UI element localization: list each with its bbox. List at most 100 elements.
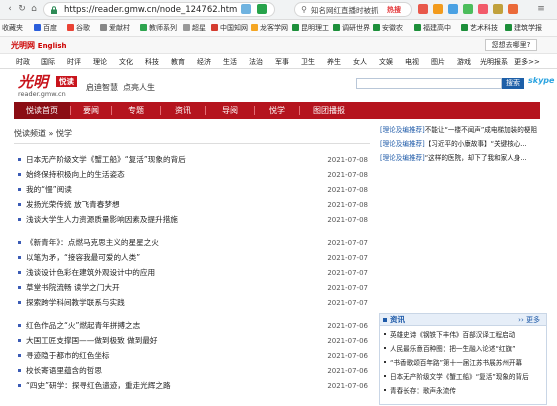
recommend-item[interactable]: [理论及编推荐]“这样的医院，却下了我和家人身... xyxy=(380,153,545,164)
panel-item[interactable]: 青春长存：歌声永流传 xyxy=(384,385,544,397)
panel-item[interactable]: 日本无产阶级文学《蟹工船》“复活”现象的背后 xyxy=(384,371,544,383)
channel-link[interactable]: 卫生 xyxy=(297,56,319,68)
bookmark-item[interactable]: 谷歌 xyxy=(67,23,90,34)
bookmark-item[interactable]: 爱献村 xyxy=(100,23,130,34)
channel-link[interactable]: 光明报系 xyxy=(477,56,511,68)
article-title[interactable]: 寻迹隐于都市的红色坐标 xyxy=(26,350,110,362)
list-item[interactable]: 大国工匠支撑国——做到极致 做到最好 2021-07-06 xyxy=(18,335,368,347)
article-title[interactable]: 以笔为矛，“接容我最可爱的人类” xyxy=(26,252,140,264)
bookmark-item[interactable]: 收藏夹 xyxy=(2,23,23,34)
back-icon[interactable]: ‹ xyxy=(4,3,16,15)
list-item[interactable]: 我的“慢”阅读 2021-07-08 xyxy=(18,184,368,196)
channel-link[interactable]: 女人 xyxy=(349,56,371,68)
channel-link[interactable]: 理论 xyxy=(89,56,111,68)
menu-icon[interactable]: ≡ xyxy=(535,3,547,15)
tab-photo-report[interactable]: 图团播报 xyxy=(300,102,358,119)
list-item[interactable]: 寻迹隐于都市的红色坐标 2021-07-06 xyxy=(18,350,368,362)
hot-label[interactable]: 热搜 xyxy=(387,5,401,15)
tab-home[interactable]: 悦读首页 xyxy=(14,102,70,119)
bookmark-item[interactable]: 调研世界 xyxy=(333,23,370,34)
article-title[interactable]: 《新青年》：点燃马克思主义的星星之火 xyxy=(26,237,159,249)
channel-link[interactable]: 养生 xyxy=(323,56,345,68)
list-item[interactable]: “四史”研学：探寻红色遗迹，重走光辉之路 2021-07-06 xyxy=(18,380,368,392)
article-title[interactable]: 校长寄语里蕴含的哲思 xyxy=(26,365,102,377)
tab-topics[interactable]: 专题 xyxy=(112,102,160,119)
list-item[interactable]: 浅谈大学生人力资源质量影响因素及提升措施 2021-07-08 xyxy=(18,214,368,226)
tab-guide[interactable]: 导阅 xyxy=(206,102,254,119)
bookmark-item[interactable]: 昆明理工 xyxy=(292,23,329,34)
recommend-item[interactable]: [理论及编推荐]不能让“一楼不闻声”成电梯加装的梗阻 xyxy=(380,125,545,136)
tab-info[interactable]: 资讯 xyxy=(161,102,205,119)
cut-icon[interactable] xyxy=(448,4,458,14)
recommend-text[interactable]: “这样的医院，却下了我和家人身... xyxy=(425,154,527,162)
article-title[interactable]: 浅谈大学生人力资源质量影响因素及提升措施 xyxy=(26,214,178,226)
lightning-icon[interactable] xyxy=(257,4,267,14)
more-channels-link[interactable]: 更多>> xyxy=(513,56,541,68)
refresh-icon[interactable]: ↻ xyxy=(16,3,28,15)
list-item[interactable]: 《新青年》：点燃马克思主义的星星之火 2021-07-07 xyxy=(18,237,368,249)
bookmark-item[interactable]: 安徽农 xyxy=(373,23,403,34)
list-item[interactable]: 红色作品之“火”燃起青年拼搏之志 2021-07-06 xyxy=(18,320,368,332)
article-title[interactable]: 大国工匠支撑国——做到极致 做到最好 xyxy=(26,335,158,347)
bookmark-item[interactable]: 百度 xyxy=(34,23,57,34)
list-item[interactable]: 始终保持积极向上的生活姿态 2021-07-08 xyxy=(18,169,368,181)
article-title[interactable]: 探索跨学科间教学联系与实践 xyxy=(26,297,125,309)
bookmark-item[interactable]: 建筑学报 xyxy=(505,23,542,34)
channel-link[interactable]: 游戏 xyxy=(453,56,475,68)
channel-link[interactable]: 法治 xyxy=(245,56,267,68)
channel-link[interactable]: 生活 xyxy=(219,56,241,68)
channel-link[interactable]: 国际 xyxy=(37,56,59,68)
list-item[interactable]: 浅谈设计色彩在建筑外观设计中的应用 2021-07-07 xyxy=(18,267,368,279)
where-to-go-button[interactable]: 您想去哪里? xyxy=(485,39,537,51)
bookmark-item[interactable]: 艺术科技 xyxy=(461,23,498,34)
list-item[interactable]: 草堂书院流畅 读学之门大开 2021-07-07 xyxy=(18,282,368,294)
recommend-item[interactable]: [理论及编推荐]【习近平的小康故事】“关键核心... xyxy=(380,139,545,150)
article-title[interactable]: 草堂书院流畅 读学之门大开 xyxy=(26,282,120,294)
list-item[interactable]: 日本无产阶级文学《蟹工船》“复活”现象的背后 2021-07-08 xyxy=(18,154,368,166)
channel-link[interactable]: 时评 xyxy=(63,56,85,68)
recommend-text[interactable]: 不能让“一楼不闻声”成电梯加装的梗阻 xyxy=(425,126,537,134)
skype-logo[interactable]: skype xyxy=(528,76,554,85)
site-search-button[interactable]: 搜索 xyxy=(502,78,524,89)
site-search-input[interactable] xyxy=(356,78,502,89)
panel-item[interactable]: 英雄史诗《钢铁下丰伟》百部汉译工程启动 xyxy=(384,329,544,341)
article-title[interactable]: 我的“慢”阅读 xyxy=(26,184,72,196)
tab-news[interactable]: 要闻 xyxy=(71,102,111,119)
download-icon[interactable] xyxy=(463,4,473,14)
article-title[interactable]: 发扬光荣传统 放飞青春梦想 xyxy=(26,199,120,211)
article-title[interactable]: 红色作品之“火”燃起青年拼搏之志 xyxy=(26,320,140,332)
article-title[interactable]: 浅谈设计色彩在建筑外观设计中的应用 xyxy=(26,267,155,279)
channel-link[interactable]: 文娱 xyxy=(375,56,397,68)
channel-link[interactable]: 军事 xyxy=(271,56,293,68)
bookmark-item[interactable]: 中国知网 xyxy=(211,23,248,34)
english-link[interactable]: 光明网 English xyxy=(11,40,67,51)
channel-link[interactable]: 图片 xyxy=(427,56,449,68)
article-title[interactable]: “四史”研学：探寻红色遗迹，重走光辉之路 xyxy=(26,380,171,392)
user-icon[interactable] xyxy=(508,4,518,14)
channel-link[interactable]: 经济 xyxy=(193,56,215,68)
list-item[interactable]: 发扬光荣传统 放飞青春梦想 2021-07-08 xyxy=(18,199,368,211)
channel-link[interactable]: 时政 xyxy=(12,56,34,68)
list-item[interactable]: 探索跨学科间教学联系与实践 2021-07-07 xyxy=(18,297,368,309)
article-title[interactable]: 始终保持积极向上的生活姿态 xyxy=(26,169,125,181)
game-icon[interactable] xyxy=(493,4,503,14)
bookmark-item[interactable]: 福建高中 xyxy=(414,23,451,34)
site-logo[interactable]: 光明 悦读 reader.gmw.cn xyxy=(18,74,78,98)
bookmark-item[interactable]: 龙客学网 xyxy=(251,23,288,34)
panel-item[interactable]: “书香歌颂百年路”第十一届江苏书展苏州开幕 xyxy=(384,357,544,369)
channel-link[interactable]: 科技 xyxy=(141,56,163,68)
channel-link[interactable]: 教育 xyxy=(167,56,189,68)
channel-link[interactable]: 电视 xyxy=(401,56,423,68)
bookmark-item[interactable]: 超星 xyxy=(183,23,206,34)
mail-icon[interactable] xyxy=(418,4,428,14)
recommend-text[interactable]: 【习近平的小康故事】“关键核心... xyxy=(425,140,527,148)
article-title[interactable]: 日本无产阶级文学《蟹工船》“复活”现象的背后 xyxy=(26,154,186,166)
channel-link[interactable]: 文化 xyxy=(115,56,137,68)
more-link[interactable]: ›› 更多 xyxy=(518,314,540,326)
list-item[interactable]: 以笔为矛，“接容我最可爱的人类” 2021-07-07 xyxy=(18,252,368,264)
home-icon[interactable]: ⌂ xyxy=(28,3,40,15)
tab-learning[interactable]: 悦学 xyxy=(255,102,299,119)
shield-icon[interactable] xyxy=(478,4,488,14)
panel-item[interactable]: 人民最乐意百种图：把一生融入论述“红旗” xyxy=(384,343,544,355)
list-item[interactable]: 校长寄语里蕴含的哲思 2021-07-06 xyxy=(18,365,368,377)
